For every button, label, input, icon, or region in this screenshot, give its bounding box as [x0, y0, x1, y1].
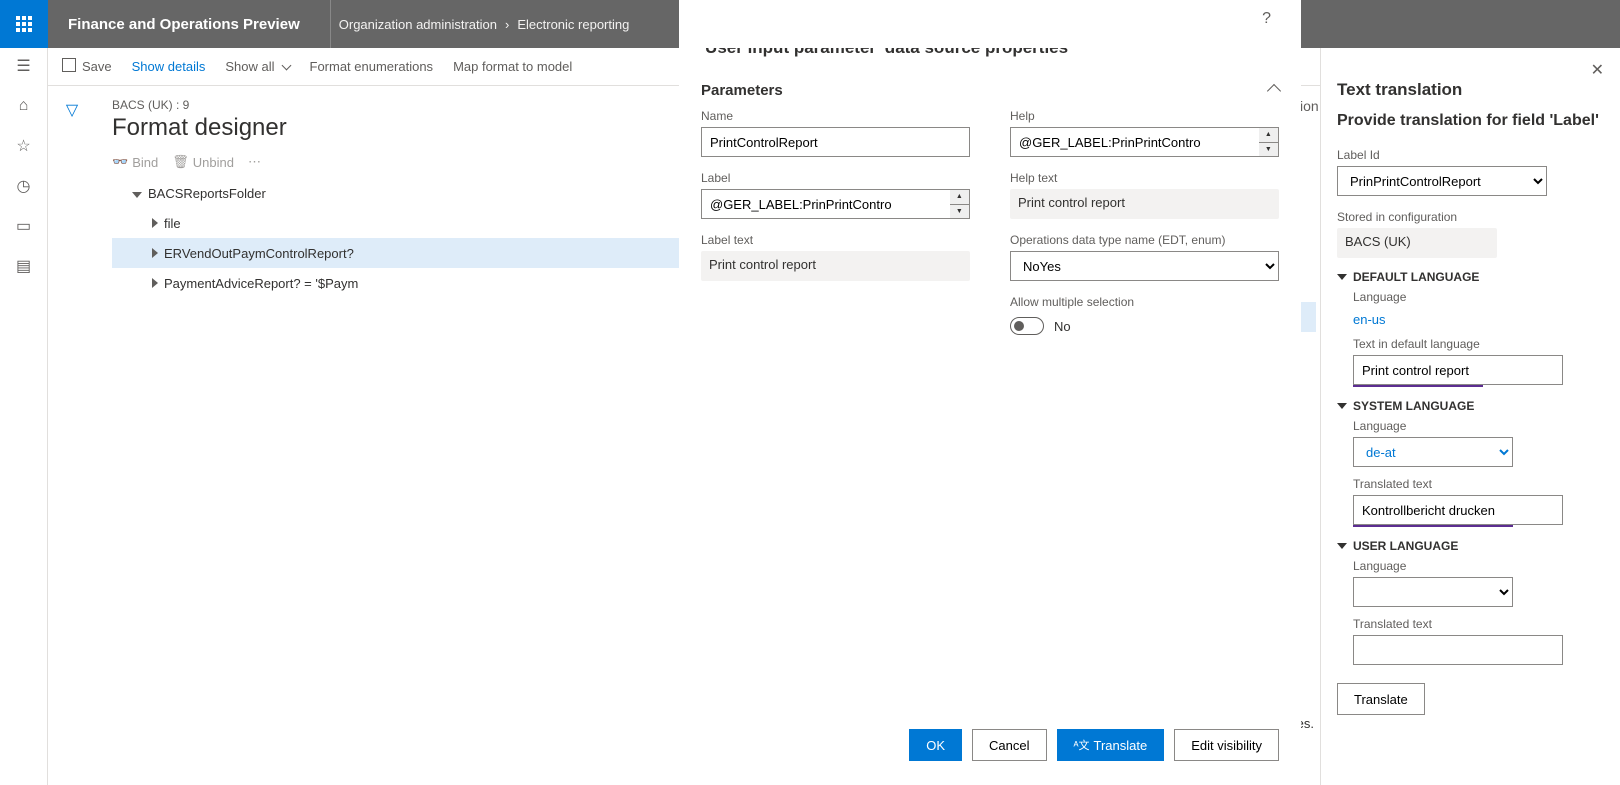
- save-label: Save: [82, 59, 112, 74]
- waffle-button[interactable]: [0, 0, 48, 48]
- tree-label: file: [164, 216, 181, 231]
- system-language-select[interactable]: de-at: [1353, 437, 1513, 467]
- modal-help: ?: [679, 10, 1279, 28]
- tree-label: ERVendOutPaymControlReport?: [164, 246, 354, 261]
- modules-icon[interactable]: ▤: [14, 256, 34, 276]
- help-input[interactable]: [1010, 127, 1259, 157]
- panel-title: Text translation: [1337, 80, 1604, 100]
- left-rail: ☰ ⌂ ☆ ◷ ▭ ▤: [0, 48, 48, 785]
- breadcrumb-item[interactable]: Organization administration: [339, 17, 497, 32]
- user-language-select[interactable]: [1353, 577, 1513, 607]
- content-area: Save Show details Show all Format enumer…: [48, 48, 1320, 785]
- expand-icon: [132, 186, 142, 201]
- datatype-select[interactable]: NoYes: [1010, 251, 1279, 281]
- section-system-language[interactable]: SYSTEM LANGUAGE: [1337, 387, 1604, 419]
- label-input[interactable]: [701, 189, 950, 219]
- close-icon[interactable]: ✕: [1337, 60, 1604, 80]
- translate-button[interactable]: ᴬ文 Translate: [1057, 729, 1165, 761]
- field-label: Language: [1353, 419, 1604, 437]
- field-label: Stored in configuration: [1337, 210, 1604, 228]
- section-label: Parameters: [701, 82, 783, 99]
- workspaces-icon[interactable]: ▭: [14, 216, 34, 236]
- menu-icon[interactable]: ☰: [14, 56, 34, 76]
- form-grid: Name Help ▲▼ Label ▲▼: [701, 109, 1279, 335]
- breadcrumb-sep: ›: [497, 17, 517, 32]
- section-default-language[interactable]: DEFAULT LANGUAGE: [1337, 258, 1604, 290]
- label-text-value: Print control report: [701, 251, 970, 281]
- unbind-button[interactable]: 🗑 Unbind: [172, 154, 234, 170]
- field-label: Name: [701, 109, 970, 127]
- panel-subtitle: Provide translation for field 'Label': [1337, 100, 1604, 148]
- show-all-button[interactable]: Show all: [225, 59, 289, 74]
- breadcrumb: Organization administration › Electronic…: [330, 0, 638, 48]
- tree-label: PaymentAdviceReport? = '$Paym: [164, 276, 358, 291]
- default-text-input[interactable]: [1353, 355, 1563, 385]
- field-label: Text in default language: [1353, 337, 1604, 355]
- spinner-buttons[interactable]: ▲▼: [950, 189, 970, 219]
- section-header[interactable]: Parameters: [701, 76, 1279, 109]
- field-label: Language: [1353, 559, 1604, 577]
- ok-button[interactable]: OK: [909, 729, 962, 761]
- expand-icon: [152, 216, 158, 231]
- home-icon[interactable]: ⌂: [14, 96, 34, 116]
- translation-panel: ✕ Text translation Provide translation f…: [1320, 48, 1620, 785]
- expand-icon: [152, 246, 158, 261]
- translate-icon: ᴬ文: [1074, 737, 1090, 753]
- field-label: Label text: [701, 233, 970, 251]
- field-label: Language: [1353, 290, 1604, 308]
- field-label: Operations data type name (EDT, enum): [1010, 233, 1279, 251]
- translate-button[interactable]: Translate: [1337, 683, 1425, 715]
- filter-icon[interactable]: ▽: [66, 100, 78, 785]
- field-label: Translated text: [1353, 477, 1604, 495]
- label-id-select[interactable]: PrinPrintControlReport: [1337, 166, 1547, 196]
- dialog-footer: OK Cancel ᴬ文 Translate Edit visibility: [701, 709, 1279, 771]
- format-enumerations-button[interactable]: Format enumerations: [310, 59, 434, 74]
- toggle-label: No: [1054, 319, 1071, 334]
- default-language-value: en-us: [1353, 308, 1604, 337]
- multi-toggle[interactable]: [1010, 317, 1044, 335]
- save-icon: [62, 58, 78, 75]
- recent-icon[interactable]: ◷: [14, 176, 34, 196]
- more-button[interactable]: ⋯: [248, 154, 261, 170]
- field-label: Label: [701, 171, 970, 189]
- field-label: Translated text: [1353, 617, 1604, 635]
- edit-visibility-button[interactable]: Edit visibility: [1174, 729, 1279, 761]
- field-label: Help: [1010, 109, 1279, 127]
- section-user-language[interactable]: USER LANGUAGE: [1337, 527, 1604, 559]
- user-translated-text-input[interactable]: [1353, 635, 1563, 665]
- name-input[interactable]: [701, 127, 970, 157]
- help-icon[interactable]: ?: [1262, 10, 1271, 27]
- translated-text-input[interactable]: [1353, 495, 1563, 525]
- field-label: Help text: [1010, 171, 1279, 189]
- field-label: Allow multiple selection: [1010, 295, 1279, 313]
- field-label: Label Id: [1337, 148, 1604, 166]
- breadcrumb-item[interactable]: Electronic reporting: [517, 17, 629, 32]
- expand-icon: [152, 276, 158, 291]
- tree-label: BACSReportsFolder: [148, 186, 266, 201]
- bind-button[interactable]: 👓 Bind: [112, 154, 158, 170]
- cancel-button[interactable]: Cancel: [972, 729, 1046, 761]
- save-button[interactable]: Save: [62, 58, 112, 75]
- stored-config-value: BACS (UK): [1337, 228, 1497, 258]
- show-details-button[interactable]: Show details: [132, 59, 206, 74]
- star-icon[interactable]: ☆: [14, 136, 34, 156]
- header-title: Finance and Operations Preview: [48, 16, 320, 33]
- help-text-value: Print control report: [1010, 189, 1279, 219]
- spinner-buttons[interactable]: ▲▼: [1259, 127, 1279, 157]
- chevron-up-icon: [1267, 83, 1281, 97]
- waffle-icon: [16, 16, 32, 32]
- filter-rail: ▽: [48, 86, 96, 785]
- properties-dialog: ? 'User input parameter' data source pro…: [679, 0, 1301, 785]
- map-format-button[interactable]: Map format to model: [453, 59, 572, 74]
